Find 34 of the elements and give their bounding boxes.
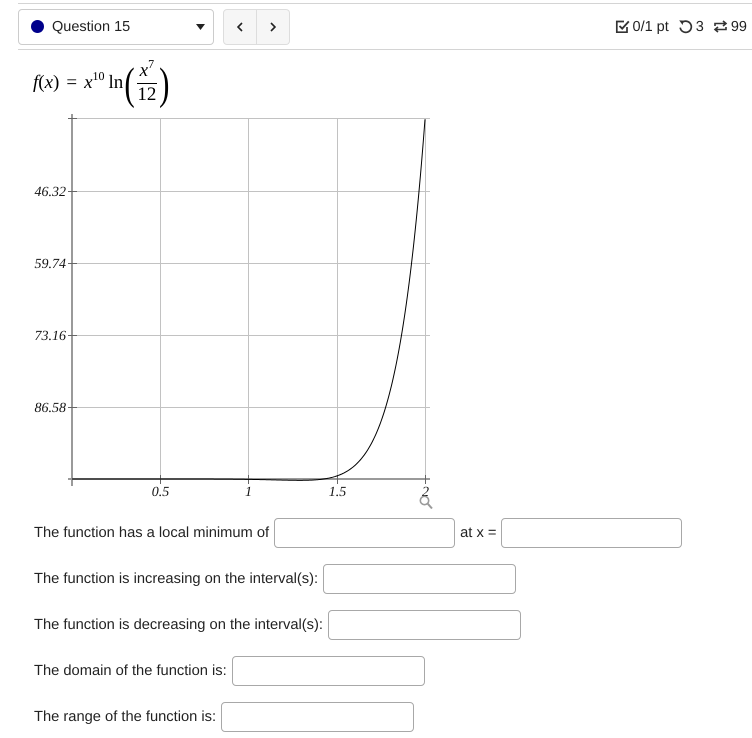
prompt-text: The function has a local minimum of bbox=[34, 525, 270, 541]
prompt-text: at x = bbox=[460, 525, 496, 541]
x-tick-label: 0.5 bbox=[152, 485, 170, 500]
next-button[interactable] bbox=[257, 8, 290, 44]
prompt-text: The function is decreasing on the interval(s): bbox=[34, 617, 324, 633]
attempts-count: 99 bbox=[730, 18, 747, 34]
magnifier-icon[interactable] bbox=[420, 496, 433, 510]
caret-down-icon bbox=[196, 24, 205, 30]
x-tick-label: 1.5 bbox=[328, 485, 346, 500]
answer-box[interactable] bbox=[274, 518, 456, 548]
prompt-text: The function is increasing on the interval(s): bbox=[34, 571, 318, 587]
status-dot-icon bbox=[31, 20, 44, 33]
repeat-icon bbox=[712, 19, 728, 34]
x-tick-label: 2 bbox=[422, 485, 429, 500]
chevron-left-icon bbox=[237, 22, 243, 32]
answer-box[interactable] bbox=[221, 702, 414, 732]
prompt-text: The domain of the function is: bbox=[34, 663, 227, 679]
x-tick-label: 1 bbox=[245, 485, 252, 500]
score-text: 0/1 pt bbox=[632, 18, 669, 34]
chevron-right-icon bbox=[270, 22, 276, 32]
prompt-text: The range of the function is: bbox=[34, 709, 216, 725]
y-tick-label: 46.32 bbox=[34, 185, 66, 200]
checked-box-icon bbox=[614, 19, 630, 34]
answer-box[interactable] bbox=[323, 564, 516, 594]
answer-box[interactable] bbox=[328, 610, 522, 640]
y-tick-label: 86.58 bbox=[34, 401, 66, 416]
y-tick-label: 59.74 bbox=[34, 257, 66, 272]
retries-count: 3 bbox=[696, 18, 704, 34]
circular-arrow-icon bbox=[678, 19, 693, 34]
answer-box[interactable] bbox=[501, 518, 682, 548]
y-tick-label: 73.16 bbox=[34, 329, 66, 344]
answer-box[interactable] bbox=[232, 656, 425, 686]
question-dropdown[interactable]: Question 15 bbox=[18, 8, 214, 44]
previous-button[interactable] bbox=[223, 8, 257, 44]
